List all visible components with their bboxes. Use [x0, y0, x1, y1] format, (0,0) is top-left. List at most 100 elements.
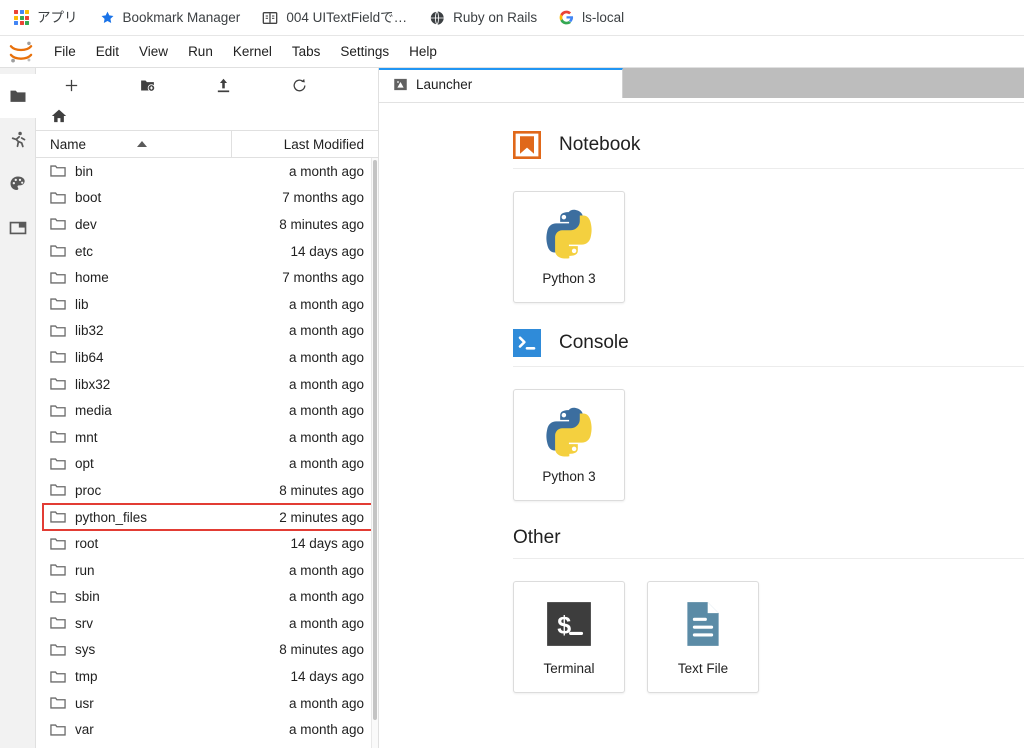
file-row-modified: 7 months ago — [232, 270, 378, 285]
file-list-scrollbar[interactable] — [371, 158, 378, 748]
section-title: Console — [559, 332, 629, 354]
file-list-row[interactable]: dev 8 minutes ago — [36, 211, 378, 238]
sidebar-item-file-browser[interactable] — [0, 74, 36, 118]
folder-icon — [50, 324, 66, 338]
file-browser-toolbar — [36, 68, 378, 102]
bookmark-label: Ruby on Rails — [453, 11, 537, 25]
menu-view[interactable]: View — [129, 41, 178, 63]
browser-bookmark-bar: アプリ Bookmark Manager 004 UITextFieldで… R… — [0, 0, 1024, 36]
home-icon[interactable] — [50, 107, 68, 125]
bookmark-uitextfield[interactable]: 004 UITextFieldで… — [262, 10, 407, 26]
sidebar-item-open-tabs[interactable] — [0, 206, 36, 250]
file-list-row[interactable]: root14 days ago — [36, 530, 378, 557]
file-row-modified: 7 months ago — [232, 190, 378, 205]
file-row-name-cell: var — [36, 722, 232, 737]
file-row-name-cell: proc — [36, 483, 232, 498]
file-list-row[interactable]: lib32a month ago — [36, 318, 378, 345]
bookmark-apps[interactable]: アプリ — [14, 10, 78, 25]
file-list-row[interactable]: mnta month ago — [36, 424, 378, 451]
menu-kernel[interactable]: Kernel — [223, 41, 282, 63]
apps-grid-icon — [14, 10, 29, 25]
folder-icon — [50, 404, 66, 418]
new-launcher-button[interactable] — [50, 71, 92, 99]
book-icon — [262, 10, 278, 26]
column-header-last-modified[interactable]: Last Modified — [232, 137, 378, 152]
file-row-modified: a month ago — [232, 722, 378, 737]
menu-tabs[interactable]: Tabs — [282, 41, 331, 63]
file-list-row[interactable]: lib64a month ago — [36, 344, 378, 371]
file-list-row[interactable]: vara month ago — [36, 716, 378, 743]
file-row-name-cell: etc — [36, 244, 232, 259]
launcher-card-python3-console[interactable]: Python 3 — [513, 389, 625, 501]
bookmark-label: アプリ — [37, 11, 78, 25]
file-list-row[interactable]: usra month ago — [36, 690, 378, 717]
file-list-row[interactable]: srva month ago — [36, 610, 378, 637]
upload-button[interactable] — [202, 71, 244, 99]
file-list-row[interactable]: mediaa month ago — [36, 397, 378, 424]
folder-icon — [50, 164, 66, 178]
file-row-name-label: dev — [75, 217, 97, 232]
file-list-row[interactable]: opta month ago — [36, 451, 378, 478]
tab-launcher-label: Launcher — [416, 77, 472, 92]
launcher-card-text-file[interactable]: Text File — [647, 581, 759, 693]
menu-file[interactable]: File — [44, 41, 86, 63]
bookmark-ls-local[interactable]: ls-local — [559, 10, 624, 25]
menu-edit[interactable]: Edit — [86, 41, 129, 63]
file-row-name-label: sys — [75, 642, 95, 657]
sidebar-item-running[interactable] — [0, 118, 36, 162]
file-row-name-cell: root — [36, 536, 232, 551]
sidebar-item-palette[interactable] — [0, 162, 36, 206]
launcher-card-python3-notebook[interactable]: Python 3 — [513, 191, 625, 303]
file-list-row[interactable]: sys8 minutes ago — [36, 637, 378, 664]
new-folder-button[interactable] — [126, 71, 168, 99]
folder-icon — [50, 590, 66, 604]
file-list-row[interactable]: etc14 days ago — [36, 238, 378, 265]
file-row-name-label: sbin — [75, 589, 100, 604]
launcher-card-label: Python 3 — [542, 271, 595, 286]
file-list-row[interactable]: boot7 months ago — [36, 185, 378, 212]
file-list-row[interactable]: python_files2 minutes ago — [36, 504, 378, 531]
launcher-card-terminal[interactable]: $ Terminal — [513, 581, 625, 693]
file-list-row[interactable]: sbina month ago — [36, 584, 378, 611]
file-row-name-cell: sbin — [36, 589, 232, 604]
file-list-row[interactable]: proc8 minutes ago — [36, 477, 378, 504]
file-row-modified: a month ago — [232, 430, 378, 445]
section-title: Other — [513, 527, 561, 549]
column-header-name-label: Name — [50, 137, 86, 152]
file-row-name-label: lib64 — [75, 350, 104, 365]
file-list-row[interactable]: home7 months ago — [36, 264, 378, 291]
file-row-name-cell: opt — [36, 456, 232, 471]
text-file-icon — [678, 599, 728, 649]
launcher-icon — [393, 77, 408, 92]
file-row-name-cell: home — [36, 270, 232, 285]
folder-icon — [50, 537, 66, 551]
bookmark-ruby-on-rails[interactable]: Ruby on Rails — [429, 10, 537, 26]
file-list-row[interactable]: libx32a month ago — [36, 371, 378, 398]
tab-launcher[interactable]: Launcher — [379, 68, 623, 98]
file-row-modified: a month ago — [232, 616, 378, 631]
bookmark-label: 004 UITextFieldで… — [286, 11, 407, 25]
jupyterlab-logo — [6, 39, 36, 65]
file-list-row[interactable]: liba month ago — [36, 291, 378, 318]
palette-icon — [8, 174, 28, 194]
file-row-modified: 8 minutes ago — [232, 217, 378, 232]
file-row-name-label: python_files — [75, 510, 147, 525]
menu-help[interactable]: Help — [399, 41, 447, 63]
main-area: Launcher Notebook — [379, 68, 1024, 748]
notebook-bookmark-icon — [513, 131, 541, 159]
file-row-modified: a month ago — [232, 323, 378, 338]
folder-icon — [50, 696, 66, 710]
card-row: $ Terminal Text File — [513, 559, 1024, 719]
file-row-name-label: tmp — [75, 669, 98, 684]
bookmark-bookmark-manager[interactable]: Bookmark Manager — [100, 10, 241, 25]
column-header-name[interactable]: Name — [36, 131, 232, 157]
file-list-row[interactable]: runa month ago — [36, 557, 378, 584]
menu-run[interactable]: Run — [178, 41, 223, 63]
section-header: Other — [513, 527, 1024, 559]
file-list-row[interactable]: bina month ago — [36, 158, 378, 185]
card-row: Python 3 — [513, 169, 1024, 329]
file-list-row[interactable]: tmp14 days ago — [36, 663, 378, 690]
terminal-icon: $ — [544, 599, 594, 649]
refresh-button[interactable] — [278, 71, 320, 99]
menu-settings[interactable]: Settings — [330, 41, 399, 63]
